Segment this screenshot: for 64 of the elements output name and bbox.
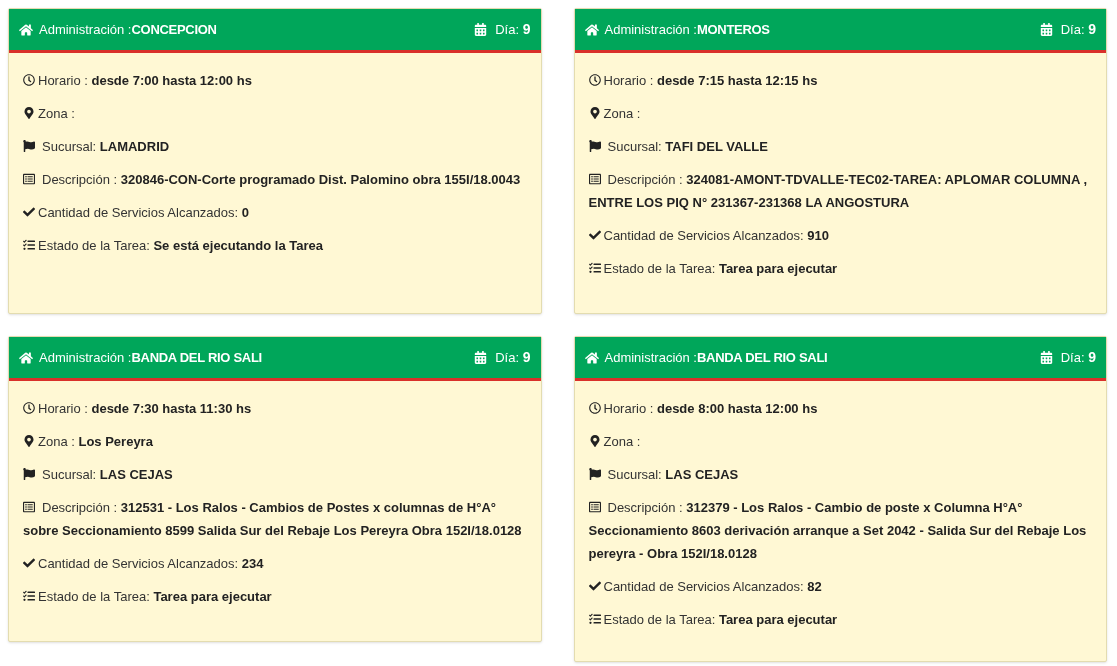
day-label: Día: 9 [495,348,531,367]
services-count-text: Cantidad de Servicios Alcanzados: 82 [588,575,1092,598]
branch-text: Sucursal: LAMADRID [23,135,527,158]
task-status-text: Estado de la Tarea: Se está ejecutando la Tarea [23,234,527,257]
services-count-text: Cantidad de Servicios Alcanzados: 0 [23,201,527,224]
administration-title: Administración :BANDA DEL RIO SALI [39,348,262,367]
flag-icon [588,140,601,152]
calendar-icon [474,351,488,364]
zone-text: Zona : Los Pereyra [23,430,527,453]
home-icon [19,22,33,37]
branch-text: Sucursal: TAFI DEL VALLE [588,135,1092,158]
tasks-icon [23,590,35,602]
clock-icon [23,402,35,414]
branch-text: Sucursal: LAS CEJAS [23,463,527,486]
flag-icon [588,468,601,480]
branch-text: Sucursal: LAS CEJAS [588,463,1092,486]
calendar-icon [1039,23,1053,36]
description-text: Descripción : 324081-AMONT-TDVALLE-TEC02-TAREA: APLOMAR COLUMNA , ENTRE LOS PIQ N° 231367-231368 LA ANGOSTURA [588,171,1089,212]
clock-icon [588,74,601,86]
home-icon [584,22,599,37]
flag-icon [23,140,35,152]
zone-text: Zona : [588,430,1092,453]
tasks-icon [588,262,601,274]
description-text: Descripción : 320846-CON-Corte programado Dist. Palomino obra 155I/18.0043 [23,168,527,191]
check-icon [588,229,601,241]
task-status-text: Estado de la Tarea: Tarea para ejecutar [23,585,527,608]
schedule-text: Horario : desde 8:00 hasta 12:00 hs [588,397,1092,420]
task-status-text: Estado de la Tarea: Tarea para ejecutar [588,608,1092,631]
administration-title: Administración :CONCEPCION [39,20,217,39]
map-pin-icon [23,107,35,119]
day-label: Día: 9 [1060,348,1096,367]
zone-text: Zona : [23,102,527,125]
check-icon [23,206,35,218]
schedule-text: Horario : desde 7:30 hasta 11:30 hs [23,397,527,420]
list-icon [23,501,35,513]
administration-title: Administración :BANDA DEL RIO SALI [604,348,828,367]
clock-icon [23,74,35,86]
home-icon [19,350,33,365]
list-icon [588,173,601,185]
schedule-text: Horario : desde 7:00 hasta 12:00 hs [23,69,527,92]
services-count-text: Cantidad de Servicios Alcanzados: 234 [23,552,527,575]
description-text: Descripción : 312379 - Los Ralos - Cambio de poste x Columna H°A° Seccionamiento 8603 derivación arranque a Set 2042 - Salida Sur del Rebaje Los pereyra - Obra 152I/18.0128 [588,499,1088,563]
administration-title: Administración :MONTEROS [604,20,770,39]
task-status-text: Estado de la Tarea: Tarea para ejecutar [588,257,1092,280]
tasks-icon [23,239,35,251]
calendar-icon [1039,351,1053,364]
flag-icon [23,468,35,480]
home-icon [584,350,599,365]
check-icon [23,557,35,569]
description-text: Descripción : 312531 - Los Ralos - Cambios de Postes x columnas de H°A° sobre Seccionamiento 8599 Salida Sur del Rebaje Los Pereyra Obra 152I/18.0128 [23,499,523,540]
zone-text: Zona : [588,102,1092,125]
day-label: Día: 9 [1060,20,1096,39]
map-pin-icon [588,435,601,447]
map-pin-icon [588,107,601,119]
clock-icon [588,402,601,414]
schedule-text: Horario : desde 7:15 hasta 12:15 hs [588,69,1092,92]
tasks-icon [588,613,601,625]
list-icon [23,173,35,185]
check-icon [588,580,601,592]
day-label: Día: 9 [495,20,531,39]
calendar-icon [474,23,488,36]
map-pin-icon [23,435,35,447]
list-icon [588,501,601,513]
services-count-text: Cantidad de Servicios Alcanzados: 910 [588,224,1092,247]
